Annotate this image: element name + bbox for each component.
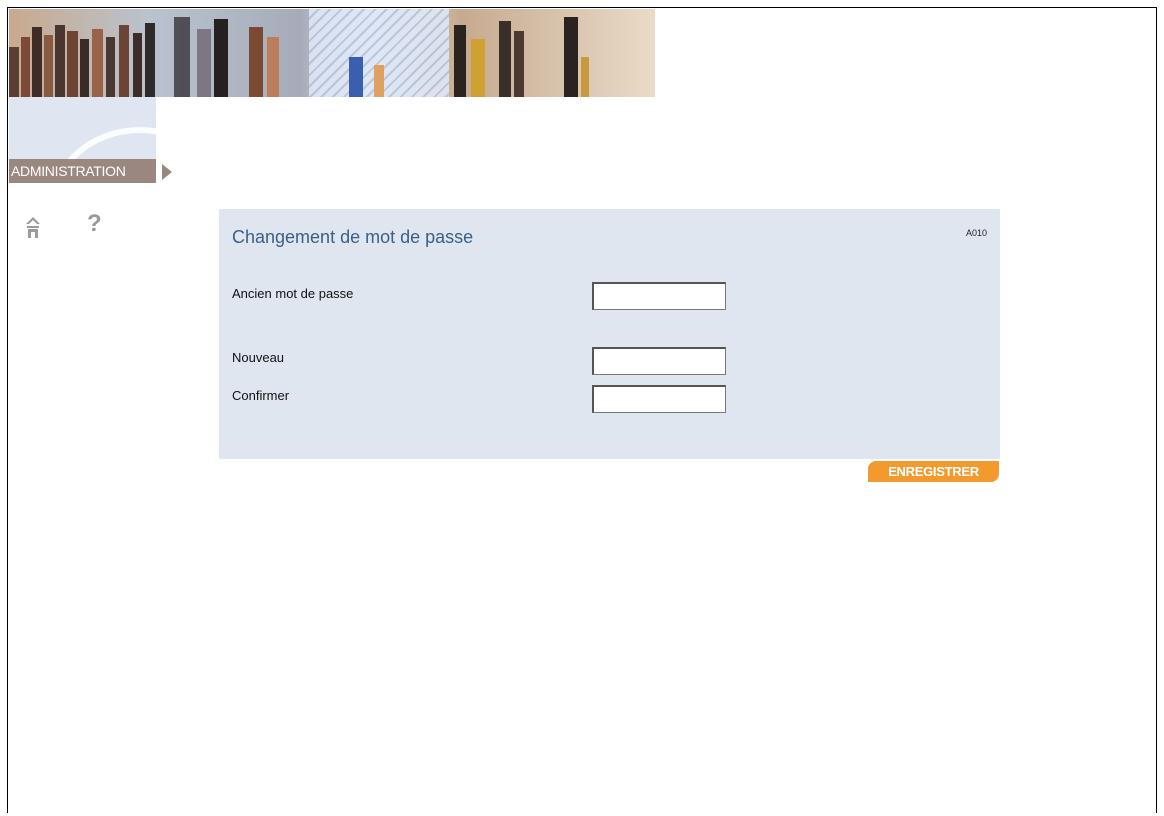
confirm-password-input[interactable] [592,385,726,413]
header-banner [9,9,655,97]
header-swoosh [9,97,156,159]
arrow-right-icon [162,164,172,180]
home-icon[interactable] [25,215,41,241]
old-password-input[interactable] [592,282,726,310]
section-label: ADMINISTRATION [9,159,156,183]
password-form-panel: Changement de mot de passe A010 Ancien m… [219,209,1000,459]
save-button[interactable]: ENREGISTRER [868,461,999,482]
screen-code: A010 [965,228,987,238]
new-password-label: Nouveau [232,350,285,365]
old-password-label: Ancien mot de passe [232,286,354,301]
confirm-password-label: Confirmer [232,388,290,403]
form-title: Changement de mot de passe [232,227,474,247]
help-icon[interactable]: ? [87,211,107,237]
page-frame: ADMINISTRATION ? Changement de mot de pa… [7,7,1157,813]
new-password-input[interactable] [592,347,726,375]
